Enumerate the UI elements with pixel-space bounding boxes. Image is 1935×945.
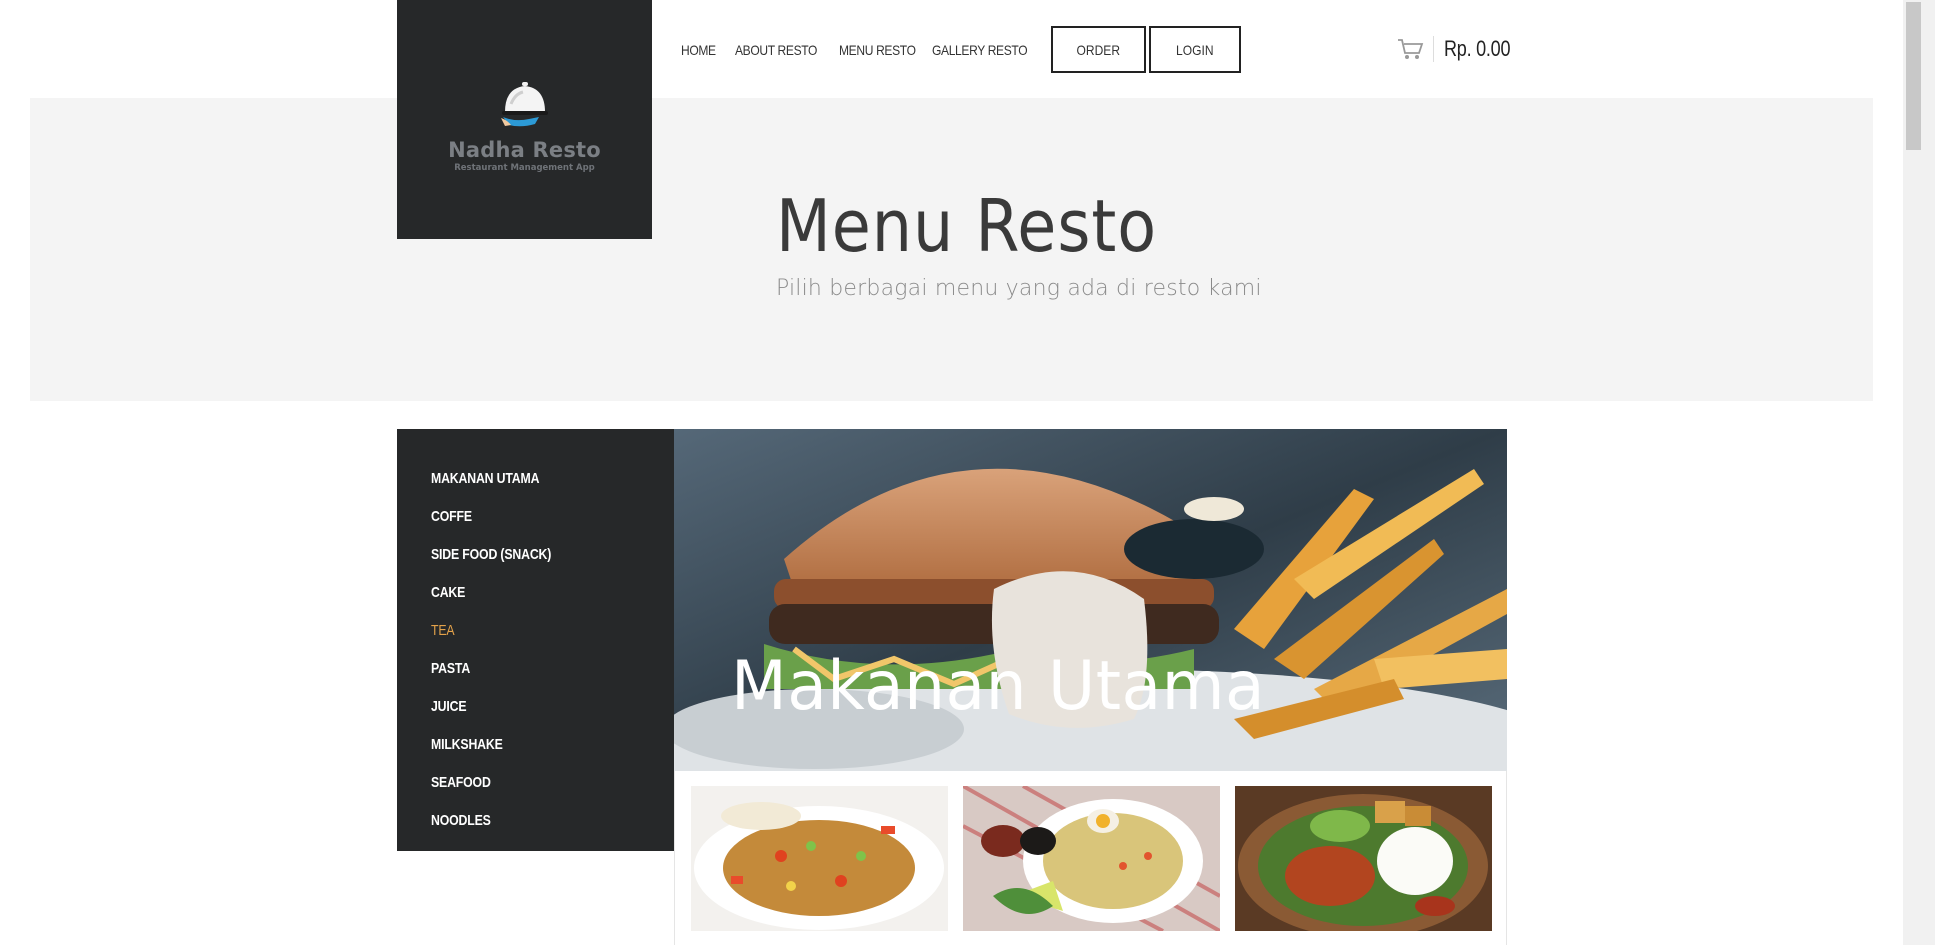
order-button[interactable]: ORDER	[1050, 26, 1146, 73]
nav-gallery-link[interactable]: GALLERY RESTO	[932, 42, 1028, 58]
brand-tagline: Restaurant Management App	[454, 163, 595, 173]
soto-photo	[963, 786, 1220, 931]
main-nav: HOME ABOUT RESTO MENU RESTO GALLERY REST…	[681, 26, 1244, 73]
fried-rice-photo	[691, 786, 948, 931]
sidebar-item-juice[interactable]: JUICE	[397, 688, 674, 726]
category-sidebar: MAKANAN UTAMA COFFE SIDE FOOD (SNACK) CA…	[397, 429, 674, 851]
menu-item-card[interactable]	[691, 786, 948, 931]
page-title: Menu Resto	[776, 184, 1158, 268]
sidebar-item-side-food[interactable]: SIDE FOOD (SNACK)	[397, 536, 674, 574]
sidebar-item-pasta[interactable]: PASTA	[397, 650, 674, 688]
sidebar-item-seafood[interactable]: SEAFOOD	[397, 764, 674, 802]
sidebar-item-cake[interactable]: CAKE	[397, 574, 674, 612]
nav-menu-link[interactable]: MENU RESTO	[839, 42, 916, 58]
brand-logo[interactable]: Nadha Resto Restaurant Management App	[397, 0, 652, 239]
nasi-pecel-photo	[1235, 786, 1492, 931]
menu-item-card[interactable]	[963, 786, 1220, 931]
site-header: Nadha Resto Restaurant Management App HO…	[0, 0, 1903, 239]
order-button-label: ORDER	[1076, 41, 1120, 58]
sidebar-item-milkshake[interactable]: MILKSHAKE	[397, 726, 674, 764]
page-scrollbar[interactable]	[1903, 0, 1935, 945]
page-subtitle: Pilih berbagai menu yang ada di resto ka…	[776, 276, 1262, 301]
sidebar-item-makanan-utama[interactable]: MAKANAN UTAMA	[397, 460, 674, 498]
cart-divider	[1433, 36, 1434, 62]
sidebar-item-tea[interactable]: TEA	[397, 612, 674, 650]
category-banner: Makanan Utama	[674, 429, 1507, 771]
scrollbar-thumb[interactable]	[1906, 2, 1921, 150]
login-button[interactable]: LOGIN	[1148, 26, 1241, 73]
menu-item-card[interactable]	[1235, 786, 1492, 931]
sidebar-item-coffe[interactable]: COFFE	[397, 498, 674, 536]
sidebar-item-noodles[interactable]: NOODLES	[397, 802, 674, 840]
cloche-icon	[500, 82, 548, 127]
brand-name: Nadha Resto	[448, 138, 601, 162]
nav-home-link[interactable]: HOME	[681, 42, 716, 58]
cart-widget[interactable]: Rp. 0.00	[1397, 34, 1525, 64]
nav-about-link[interactable]: ABOUT RESTO	[735, 42, 817, 58]
cart-icon	[1398, 39, 1424, 59]
cart-total: Rp. 0.00	[1444, 36, 1511, 61]
login-button-label: LOGIN	[1175, 41, 1214, 58]
category-title: Makanan Utama	[731, 647, 1266, 726]
menu-grid	[674, 771, 1507, 945]
